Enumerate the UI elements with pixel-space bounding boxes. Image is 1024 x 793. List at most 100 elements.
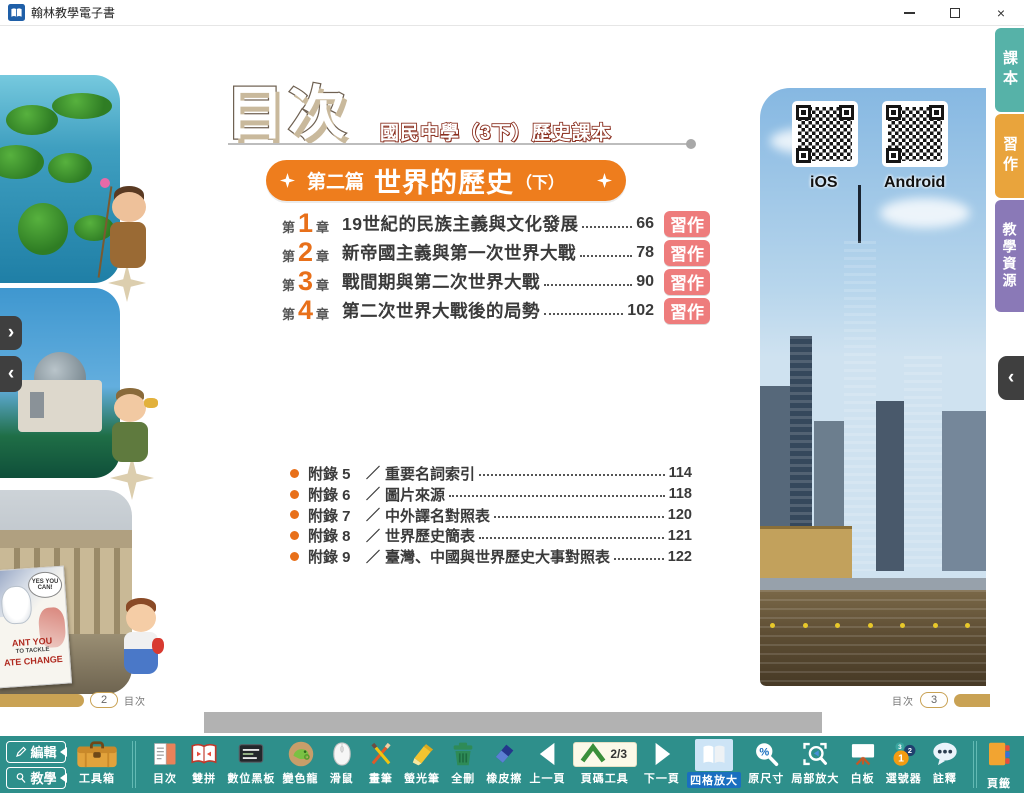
toolbar-item[interactable]: 2/3 頁碼工具 (573, 739, 637, 786)
chapter-number: 2 (298, 239, 313, 266)
section-part: 第二篇 (307, 167, 364, 194)
star-icon (597, 173, 612, 188)
toolbar-item[interactable]: 上一頁 (530, 739, 566, 786)
section-title: 世界的歷史 (374, 161, 514, 200)
dotted-leader (544, 313, 623, 315)
chapter-row[interactable]: 第 3 章 戰間期與第二次世界大戰 90 習作 (282, 267, 710, 296)
toolbar-item[interactable]: 全刪 (447, 739, 479, 786)
svg-text:1: 1 (898, 753, 904, 765)
next-page-icon (647, 739, 677, 769)
appendix-label: 附錄 5 (308, 463, 364, 484)
close-button[interactable]: × (978, 0, 1024, 25)
workbook-badge-button[interactable]: 習作 (664, 211, 710, 237)
toolbar-separator (132, 741, 136, 788)
appendix-row[interactable]: 附錄 7 ／ 中外譯名對照表 120 (290, 505, 692, 526)
dotted-leader (544, 284, 632, 286)
toolbar-item[interactable]: 局部放大 (791, 739, 839, 786)
dual-page-icon (189, 739, 219, 769)
toolbar-item[interactable]: % 原尺寸 (748, 739, 784, 786)
left-page-label: 目次 (124, 693, 146, 708)
toolbar-item[interactable]: 321 選號器 (886, 739, 922, 786)
bullet-icon (290, 531, 299, 540)
appendix-row[interactable]: 附錄 5 ／ 重要名詞索引 114 (290, 463, 692, 484)
chapter-title: 新帝國主義與第一次世界大戰 (342, 240, 576, 265)
arrow-left-icon (60, 747, 67, 757)
expand-left-panel-button[interactable]: › (0, 316, 22, 350)
chevron-up-icon (579, 740, 607, 768)
appendix-title: 圖片來源 (385, 484, 445, 505)
climate-poster: YES YOU CAN! ANT YOU TO TACKLE ATE CHANG… (0, 566, 72, 689)
qr-label-android: Android (884, 174, 945, 192)
right-page-number: 3 (920, 692, 948, 708)
tab-workbook[interactable]: 習作 (995, 114, 1024, 198)
toolbar-item[interactable]: 螢光筆 (404, 739, 440, 786)
toolbar-item[interactable]: 下一頁 (644, 739, 680, 786)
toolbar-item[interactable]: 橡皮擦 (486, 739, 522, 786)
building (876, 401, 904, 571)
page-title: 目次 (226, 66, 350, 150)
page-tab-button[interactable]: 頁籤 (982, 736, 1022, 793)
toolbox-button[interactable]: 工具箱 (68, 736, 126, 793)
chapter-row[interactable]: 第 1 章 19世紀的民族主義與文化發展 66 習作 (282, 209, 710, 238)
toolbar-item[interactable]: 數位黑板 (227, 739, 275, 786)
toolbar-item[interactable]: 畫筆 (365, 739, 397, 786)
prev-page-icon (533, 739, 563, 769)
section-banner: 第二篇 世界的歷史 （下） (266, 160, 626, 201)
chapter-row[interactable]: 第 2 章 新帝國主義與第一次世界大戰 78 習作 (282, 238, 710, 267)
page-number-input[interactable]: 2/3 (573, 742, 637, 767)
chapter-number: 3 (298, 268, 313, 295)
toolbar-item[interactable]: 滑鼠 (326, 739, 358, 786)
chapter-row[interactable]: 第 4 章 第二次世界大戰後的局勢 102 習作 (282, 296, 710, 325)
appendix-row[interactable]: 附錄 6 ／ 圖片來源 118 (290, 484, 692, 505)
right-page-label: 目次 (892, 693, 914, 708)
tab-textbook[interactable]: 課本 (995, 28, 1024, 112)
page-subtitle: 國民中學（3下）歷史課本 (380, 118, 612, 145)
workbook-badge-button[interactable]: 習作 (664, 269, 710, 295)
dotted-leader (479, 474, 665, 476)
toolbar-item[interactable]: 目次 (149, 739, 181, 786)
appendix-page-number: 122 (668, 549, 692, 565)
workbook-badge-button[interactable]: 習作 (664, 240, 710, 266)
appendix-list: 附錄 5 ／ 重要名詞索引 114 附錄 6 ／ 圖片來源 118 附錄 7 ／ (290, 463, 692, 567)
dotted-leader (614, 558, 664, 560)
appendix-row[interactable]: 附錄 8 ／ 世界歷史簡表 121 (290, 525, 692, 546)
minimize-icon (904, 12, 915, 14)
edit-mode-button[interactable]: 編輯 (6, 741, 66, 763)
pencil-icon (15, 746, 27, 758)
pager-bar (954, 694, 990, 707)
whiteboard-icon (848, 739, 878, 769)
toolbox-icon (74, 739, 120, 769)
toolbar-item[interactable]: 白板 (847, 739, 879, 786)
chapter-title: 19世紀的民族主義與文化發展 (342, 211, 578, 236)
tab-resources[interactable]: 教學資源 (995, 200, 1024, 312)
collapse-left-panel-button[interactable]: ‹ (0, 356, 22, 392)
maximize-button[interactable] (932, 0, 978, 25)
original-size-icon: % (751, 739, 781, 769)
collapse-right-panel-button[interactable]: ‹ (998, 356, 1024, 400)
appendix-page-number: 114 (669, 465, 692, 481)
toolbar-separator (973, 741, 977, 788)
toolbar-item[interactable]: 註釋 (929, 739, 961, 786)
appendix-row[interactable]: 附錄 9 ／ 臺灣、中國與世界歷史大事對照表 122 (290, 546, 692, 567)
minimize-button[interactable] (886, 0, 932, 25)
appendix-title: 中外譯名對照表 (385, 505, 490, 526)
app-window: 翰林教學電子書 × (0, 0, 1024, 793)
teach-mode-button[interactable]: 教學 (6, 767, 66, 789)
workbook-badge-button[interactable]: 習作 (664, 298, 710, 324)
qr-code-android (882, 101, 948, 167)
toc-icon (150, 739, 180, 769)
dotted-leader (479, 537, 664, 539)
eraser-icon (489, 739, 519, 769)
chapter-title: 第二次世界大戰後的局勢 (342, 298, 540, 323)
toolbar-item[interactable]: 變色龍 (283, 739, 319, 786)
chameleon-icon (286, 739, 316, 769)
section-volume: （下） (516, 169, 564, 193)
page-scrollbar[interactable] (204, 712, 822, 733)
dotted-leader (582, 226, 632, 228)
toolbar-item[interactable]: 四格放大 (687, 739, 741, 788)
close-icon: × (997, 6, 1005, 20)
toolbar-item[interactable]: 雙拼 (188, 739, 220, 786)
appendix-slash: ／ (366, 463, 380, 483)
chapter-label: 第 3 章 (282, 268, 342, 295)
chapter-list: 第 1 章 19世紀的民族主義與文化發展 66 習作 第 2 章 (282, 209, 710, 325)
